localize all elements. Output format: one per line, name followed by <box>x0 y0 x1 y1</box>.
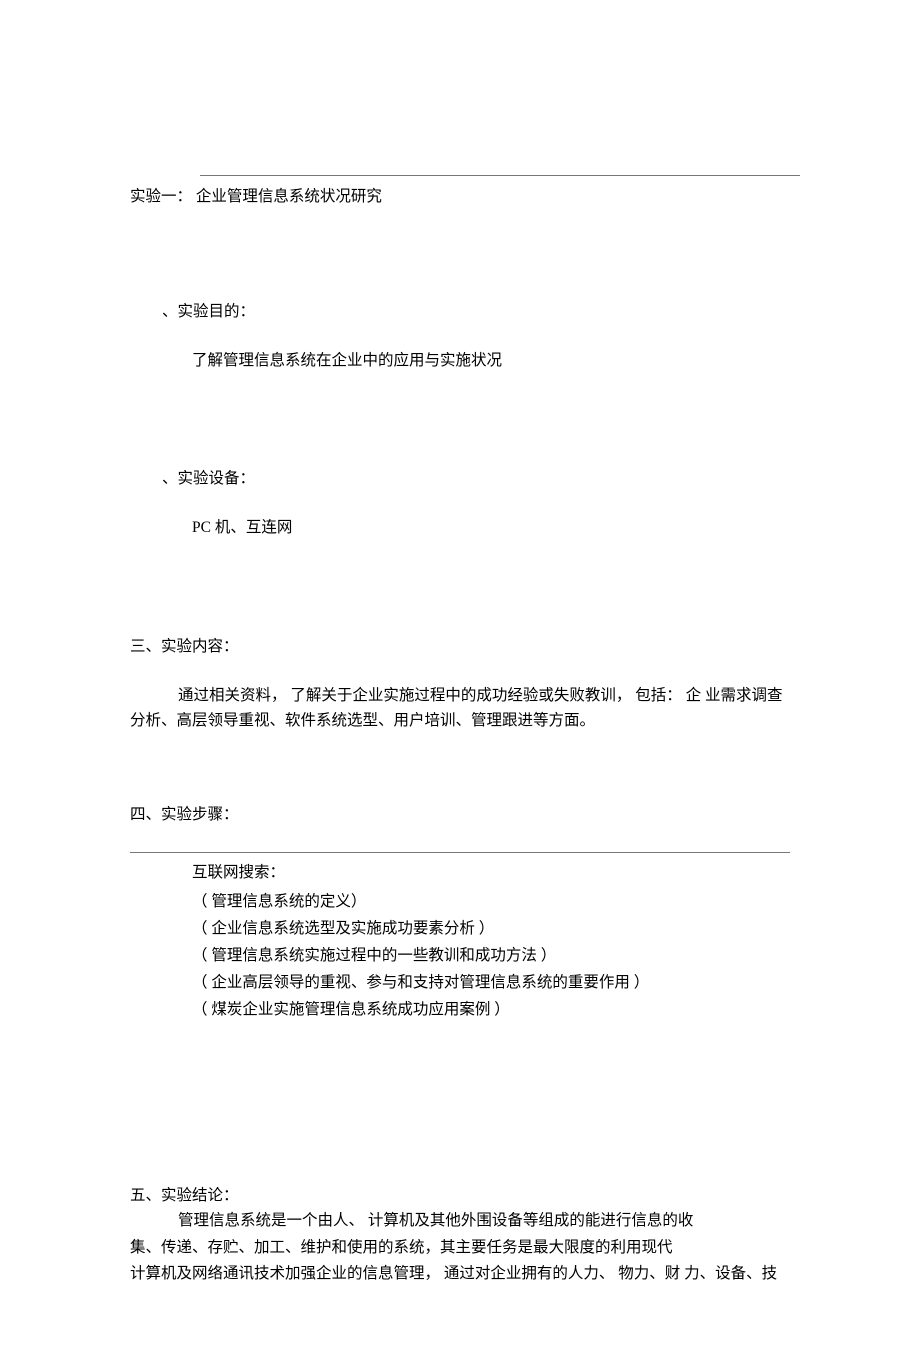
document-page: 实验一： 企业管理信息系统状况研究 、实验目的： 了解管理信息系统在企业中的应用… <box>0 0 920 1347</box>
section3-body: 通过相关资料， 了解关于企业实施过程中的成功经验或失败教训， 包括： 企 业需求… <box>130 684 790 734</box>
section4-label: 四、实验步骤： <box>130 803 790 828</box>
list-item: （ 企业信息系统选型及实施成功要素分析 ） <box>192 915 790 942</box>
section5-p1: 管理信息系统是一个由人、 计算机及其他外围设备等组成的能进行信息的收 <box>130 1208 790 1234</box>
section5-label: 五、实验结论： <box>130 1184 790 1209</box>
list-item: （ 企业高层领导的重视、参与和支持对管理信息系统的重要作用 ） <box>192 969 790 996</box>
section5-p3: 计算机及网络通讯技术加强企业的信息管理， 通过对企业拥有的人力、 物力、财 力、… <box>130 1261 790 1287</box>
experiment-title: 实验一： 企业管理信息系统状况研究 <box>130 188 382 205</box>
title-row: 实验一： 企业管理信息系统状况研究 <box>130 185 790 210</box>
section5-p2: 集、传递、存贮、加工、维护和使用的系统，其主要任务是最大限度的利用现代 <box>130 1235 790 1261</box>
section2-label: 、实验设备： <box>162 467 790 492</box>
spacer <box>130 733 790 803</box>
section1-label: 、实验目的： <box>162 300 790 325</box>
section2-body: PC 机、互连网 <box>192 516 790 541</box>
divider-line <box>130 852 790 853</box>
section5-block: 五、实验结论： 管理信息系统是一个由人、 计算机及其他外围设备等组成的能进行信息… <box>130 1184 790 1288</box>
spacer <box>130 1024 790 1184</box>
section1-body: 了解管理信息系统在企业中的应用与实施状况 <box>192 349 790 374</box>
title-underline <box>200 175 800 176</box>
list-item: （ 管理信息系统实施过程中的一些教训和成功方法 ） <box>192 942 790 969</box>
section4-intro: 互联网搜索： <box>192 861 790 886</box>
section3-label: 三、实验内容： <box>130 635 790 660</box>
list-item: （ 管理信息系统的定义） <box>192 888 790 915</box>
spacer <box>130 397 790 467</box>
list-item: （ 煤炭企业实施管理信息系统成功应用案例 ） <box>192 996 790 1023</box>
spacer <box>130 565 790 635</box>
